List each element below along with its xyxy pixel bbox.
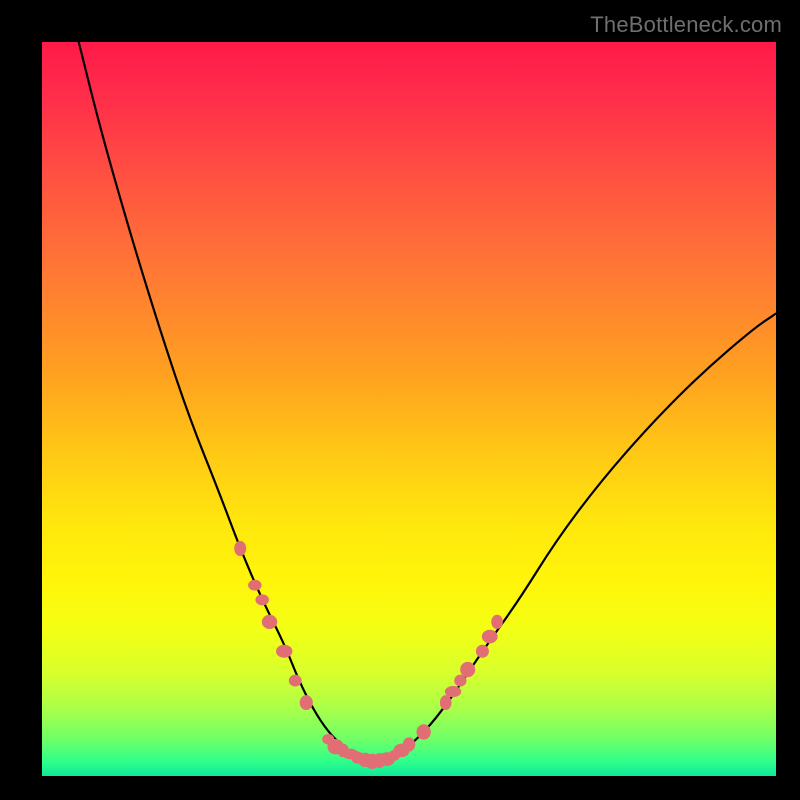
curve-marker <box>482 630 498 644</box>
curve-marker <box>276 645 292 658</box>
scatter-markers <box>234 541 503 769</box>
bottleneck-curve <box>79 42 776 761</box>
plot-area <box>42 42 776 776</box>
curve-marker <box>445 686 461 697</box>
curve-marker <box>403 737 415 751</box>
curve-marker <box>491 615 503 629</box>
curve-marker <box>440 695 452 710</box>
curve-marker <box>289 675 302 687</box>
curve-marker <box>234 541 246 556</box>
curve-marker <box>255 594 269 605</box>
curve-marker <box>476 645 489 658</box>
curve-marker <box>460 662 475 677</box>
curve-marker <box>262 615 277 629</box>
curve-marker <box>248 580 261 591</box>
curve-marker <box>300 695 313 710</box>
chart-svg <box>42 42 776 776</box>
watermark-text: TheBottleneck.com <box>590 12 782 38</box>
curve-marker <box>417 724 431 739</box>
chart-frame: TheBottleneck.com <box>0 0 800 800</box>
